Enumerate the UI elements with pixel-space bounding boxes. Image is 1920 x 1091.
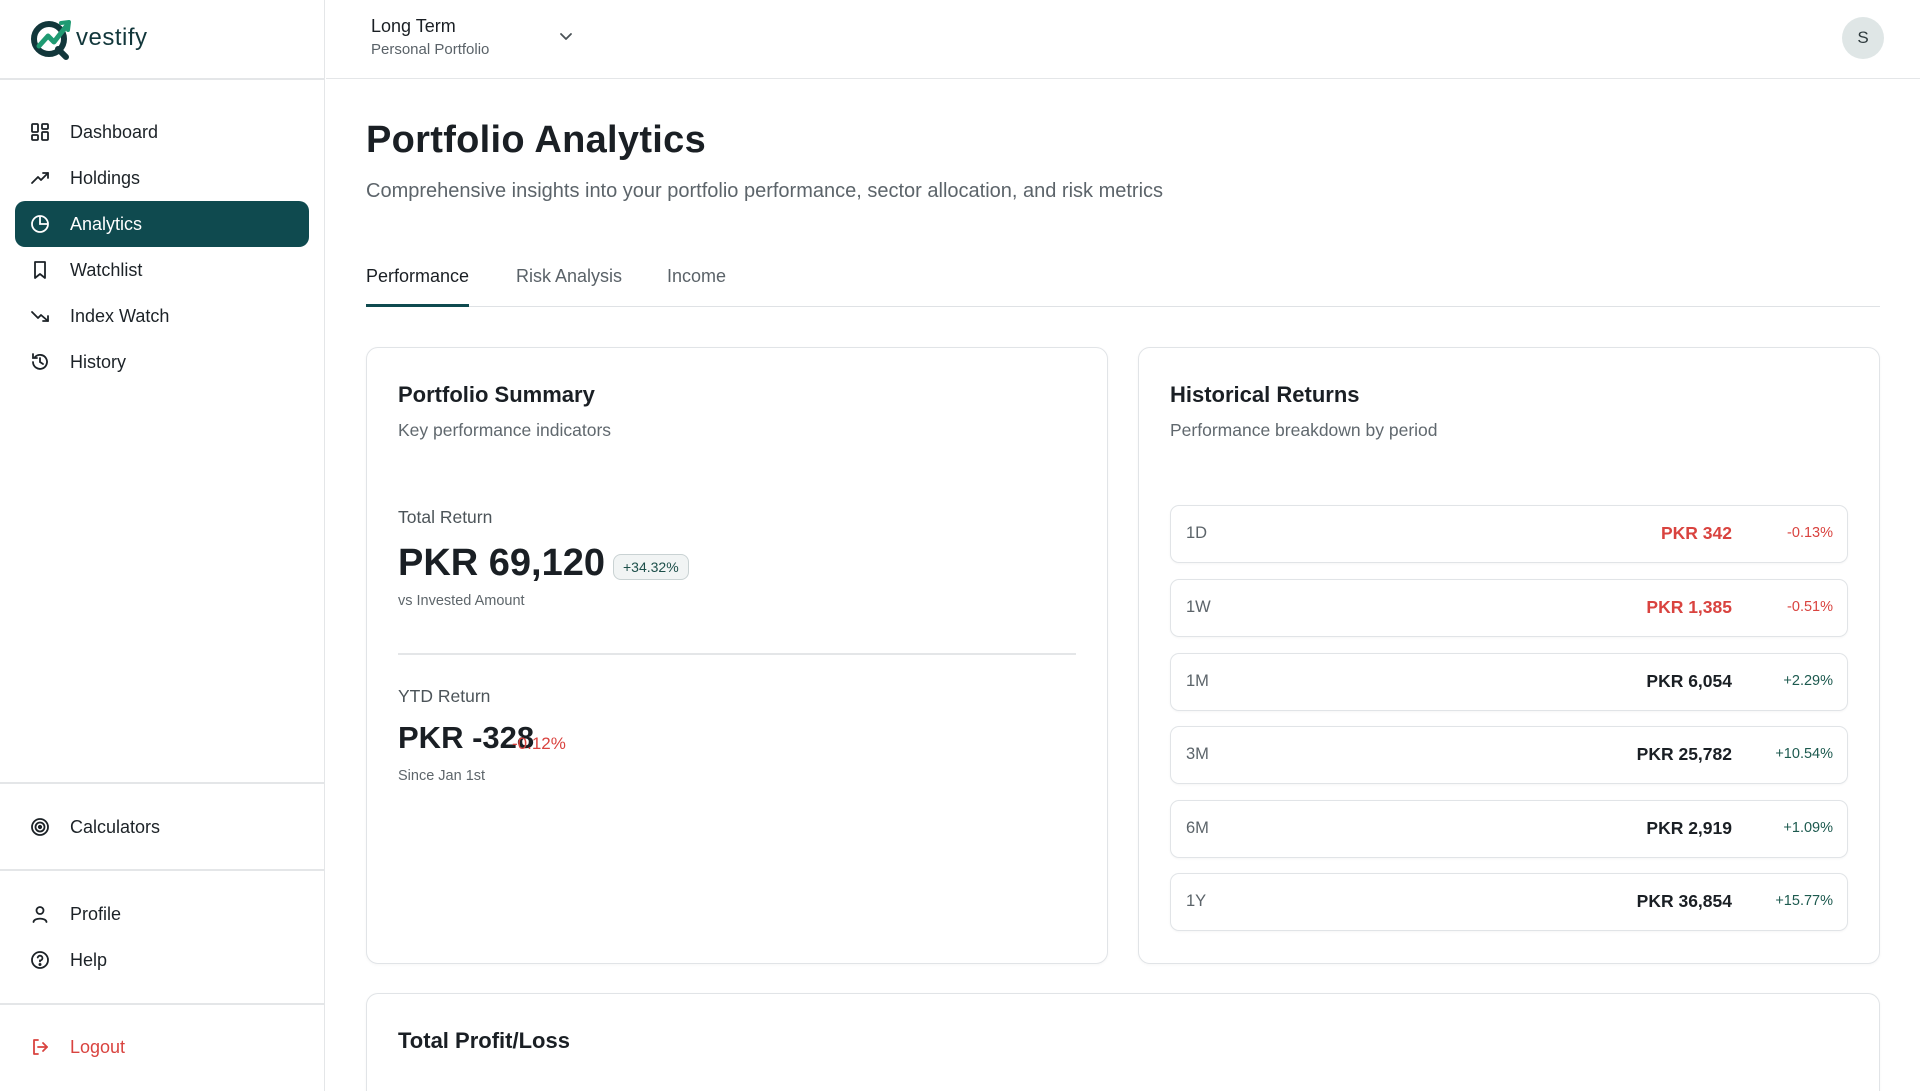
pie-chart-icon [30,214,50,234]
historical-returns-card: Historical Returns Performance breakdown… [1138,347,1880,964]
logout-button[interactable]: Logout [15,1024,309,1070]
period-label: 1W [1186,598,1211,616]
portfolio-selector[interactable]: Long Term Personal Portfolio [371,16,572,58]
sidebar: vestify Dashboard Holdings Analytics Wat… [0,0,325,1091]
dashboard-icon [30,122,50,142]
total-return-label: Total Return [398,507,493,527]
logout-nav: Logout [15,1024,309,1070]
card-subtitle: Key performance indicators [398,420,612,440]
sidebar-item-label: Holdings [70,167,141,188]
ytd-return-note: Since Jan 1st [398,768,486,784]
vestify-logo-icon [31,20,71,60]
sidebar-item-label: Analytics [70,213,143,234]
sidebar-item-watchlist[interactable]: Watchlist [15,247,309,293]
main-nav: Dashboard Holdings Analytics Watchlist I… [15,109,309,385]
bookmark-icon [30,260,50,280]
sidebar-item-index-watch[interactable]: Index Watch [15,293,309,339]
return-percent: -0.13% [1787,525,1833,541]
logo[interactable]: vestify [30,16,148,60]
period-label: 3M [1186,745,1209,763]
sidebar-item-holdings[interactable]: Holdings [15,155,309,201]
logout-label: Logout [70,1036,126,1057]
return-row-1m: 1M PKR 6,054 +2.29% [1170,653,1848,711]
ytd-return-label: YTD Return [398,686,491,706]
return-percent: +1.09% [1783,820,1833,836]
chevron-down-icon [560,33,572,40]
help-circle-icon [30,950,50,970]
period-label: 6M [1186,819,1209,837]
logout-icon [30,1037,50,1057]
profit-loss-card: Total Profit/Loss [366,993,1880,1091]
return-percent: -0.51% [1787,599,1833,615]
period-label: 1D [1186,524,1208,542]
sidebar-item-label: Help [70,949,108,970]
return-amount: PKR 25,782 [1636,744,1732,764]
top-bar: Long Term Personal Portfolio S [326,0,1920,79]
sidebar-item-label: Index Watch [70,305,170,326]
sidebar-item-dashboard[interactable]: Dashboard [15,109,309,155]
sidebar-divider [0,869,325,871]
user-icon [30,904,50,924]
return-percent: +15.77% [1775,893,1833,909]
return-row-6m: 6M PKR 2,919 +1.09% [1170,800,1848,858]
sidebar-item-help[interactable]: Help [15,937,309,983]
portfolio-type: Personal Portfolio [371,41,490,58]
card-title: Portfolio Summary [398,382,595,407]
return-percent: +2.29% [1783,673,1833,689]
sidebar-item-calculators[interactable]: Calculators [15,804,309,850]
return-amount: PKR 36,854 [1636,891,1732,911]
sidebar-divider [0,1003,325,1005]
portfolio-summary-card: Portfolio Summary Key performance indica… [366,347,1108,964]
account-nav: Profile Help [15,891,309,983]
return-row-1y: 1Y PKR 36,854 +15.77% [1170,873,1848,931]
sidebar-item-label: History [70,351,127,372]
total-return-badge: +34.32% [613,554,689,580]
return-amount: PKR 342 [1660,523,1732,543]
period-label: 1Y [1186,892,1207,910]
sidebar-item-label: Calculators [70,816,161,837]
sidebar-item-label: Profile [70,903,122,924]
return-amount: PKR 2,919 [1646,818,1732,838]
period-label: 1M [1186,672,1209,690]
sidebar-divider [0,78,325,80]
card-subtitle: Performance breakdown by period [1170,420,1438,440]
total-return-note: vs Invested Amount [398,593,525,609]
tab-risk-analysis[interactable]: Risk Analysis [516,262,622,307]
summary-divider [398,653,1076,655]
avatar[interactable]: S [1842,17,1884,59]
return-row-3m: 3M PKR 25,782 +10.54% [1170,726,1848,784]
return-amount: PKR 6,054 [1646,671,1732,691]
card-title: Historical Returns [1170,382,1360,407]
return-amount: PKR 1,385 [1646,597,1732,617]
history-icon [30,352,50,372]
card-title: Total Profit/Loss [398,1028,570,1053]
return-row-1w: 1W PKR 1,385 -0.51% [1170,579,1848,637]
page-subtitle: Comprehensive insights into your portfol… [366,180,1164,202]
trending-up-icon [30,168,50,188]
return-row-1d: 1D PKR 342 -0.13% [1170,505,1848,563]
tab-performance[interactable]: Performance [366,262,470,307]
sidebar-item-profile[interactable]: Profile [15,891,309,937]
sidebar-item-label: Watchlist [70,259,143,280]
ytd-return-pct: -0.12% [512,734,566,753]
sidebar-item-history[interactable]: History [15,339,309,385]
brand-name: vestify [76,24,148,51]
trending-down-icon [30,306,50,326]
total-return-value: PKR 69,120 [398,542,606,584]
page-title: Portfolio Analytics [366,119,706,161]
sidebar-item-analytics[interactable]: Analytics [15,201,309,247]
sidebar-divider [0,782,325,784]
tab-income[interactable]: Income [667,262,726,307]
target-icon [30,817,50,837]
sidebar-item-label: Dashboard [70,121,159,142]
portfolio-name: Long Term [371,16,456,36]
return-percent: +10.54% [1775,746,1833,762]
tools-nav: Calculators [15,804,309,850]
analytics-tabs: Performance Risk Analysis Income [366,262,1880,307]
